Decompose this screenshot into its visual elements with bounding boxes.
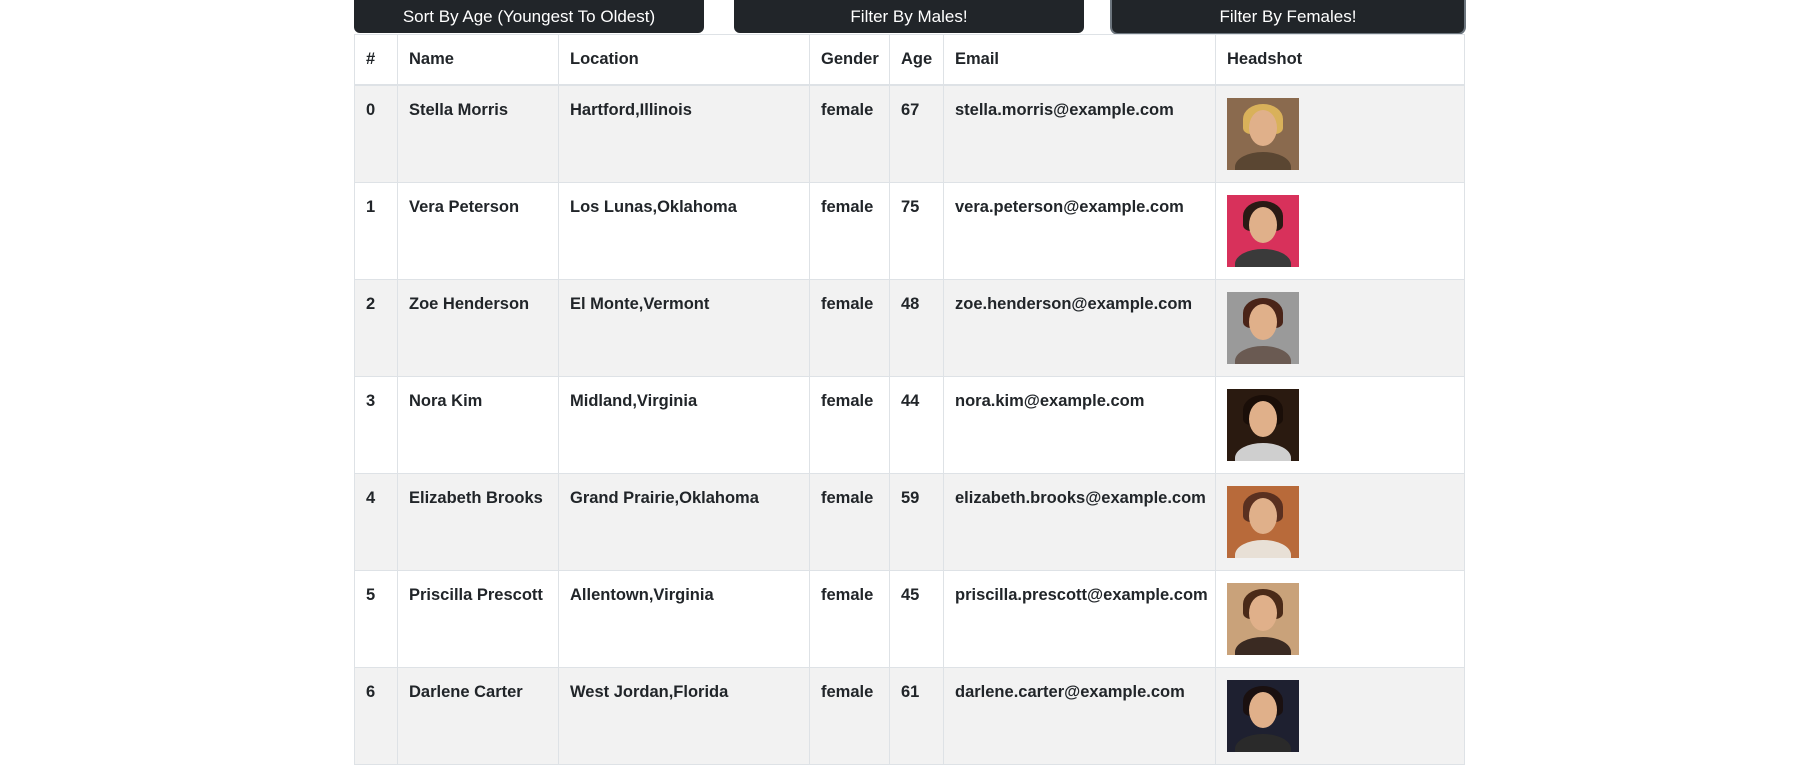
cell-headshot [1215,472,1465,571]
table-row: 2 Zoe Henderson El Monte,Vermont female 48 zo… [354,278,1465,377]
column-header-gender: Gender [809,34,890,86]
headshot-image [1227,194,1299,267]
cell-location: West Jordan,Florida [558,666,810,765]
headshot-image [1227,291,1299,364]
headshot-shoulders [1235,539,1291,558]
headshot-image [1227,98,1299,170]
filter-males-button[interactable]: Filter By Males! [734,0,1084,33]
cell-email: vera.peterson@example.com [943,181,1216,280]
headshot-image [1227,485,1299,558]
table-row: 0 Stella Morris Hartford,Illinois female 67 s… [354,84,1465,183]
cell-location: El Monte,Vermont [558,278,810,377]
cell-gender: female [809,472,890,571]
cell-age: 59 [889,472,944,571]
cell-headshot [1215,375,1465,474]
cell-name: Vera Peterson [397,181,559,280]
cell-email: priscilla.prescott@example.com [943,569,1216,668]
cell-email: elizabeth.brooks@example.com [943,472,1216,571]
cell-index: 4 [354,472,398,571]
headshot-face [1249,206,1277,243]
cell-location: Allentown,Virginia [558,569,810,668]
table-row: 5 Priscilla Prescott Allentown,Virginia fem… [354,569,1465,668]
headshot-image [1227,582,1299,655]
filter-females-button[interactable]: Filter By Females! [1112,0,1464,33]
cell-email: stella.morris@example.com [943,84,1216,183]
column-header-location: Location [558,34,810,86]
cell-index: 2 [354,278,398,377]
cell-headshot [1215,666,1465,765]
headshot-shoulders [1235,442,1291,461]
table-row: 3 Nora Kim Midland,Virginia female 44 nora.ki… [354,375,1465,474]
headshot-shoulders [1235,248,1291,267]
headshot-face [1249,497,1277,534]
cell-email: nora.kim@example.com [943,375,1216,474]
headshot-face [1249,110,1277,146]
cell-name: Zoe Henderson [397,278,559,377]
table-header: # Name Location Gender Age Email Headsho… [354,34,1465,86]
cell-name: Darlene Carter [397,666,559,765]
headshot-face [1249,400,1277,437]
table-body: 0 Stella Morris Hartford,Illinois female 67 s… [354,84,1465,765]
cell-headshot [1215,84,1465,183]
headshot-shoulders [1235,152,1291,170]
table-row: 4 Elizabeth Brooks Grand Prairie,Oklahoma f… [354,472,1465,571]
cell-name: Priscilla Prescott [397,569,559,668]
cell-index: 1 [354,181,398,280]
cell-age: 67 [889,84,944,183]
cell-age: 48 [889,278,944,377]
cell-age: 75 [889,181,944,280]
cell-headshot [1215,569,1465,668]
cell-index: 0 [354,84,398,183]
cell-age: 61 [889,666,944,765]
page: Sort By Age (Youngest To Oldest) Filter … [0,0,1812,773]
cell-gender: female [809,278,890,377]
cell-location: Midland,Virginia [558,375,810,474]
cell-headshot [1215,181,1465,280]
column-header-name: Name [397,34,559,86]
headshot-image [1227,388,1299,461]
cell-index: 6 [354,666,398,765]
cell-name: Elizabeth Brooks [397,472,559,571]
headshot-face [1249,594,1277,631]
headshot-face [1249,303,1277,340]
table-row: 6 Darlene Carter West Jordan,Florida female… [354,666,1465,765]
cell-name: Nora Kim [397,375,559,474]
cell-headshot [1215,278,1465,377]
cell-location: Grand Prairie,Oklahoma [558,472,810,571]
cell-gender: female [809,666,890,765]
cell-index: 3 [354,375,398,474]
cell-index: 5 [354,569,398,668]
cell-age: 44 [889,375,944,474]
header-row: # Name Location Gender Age Email Headsho… [354,34,1465,86]
headshot-shoulders [1235,636,1291,655]
cell-gender: female [809,181,890,280]
cell-location: Hartford,Illinois [558,84,810,183]
people-table: # Name Location Gender Age Email Headsho… [354,34,1465,765]
cell-gender: female [809,569,890,668]
headshot-face [1249,691,1277,728]
sort-by-age-button[interactable]: Sort By Age (Youngest To Oldest) [354,0,704,33]
headshot-shoulders [1235,345,1291,364]
headshot-shoulders [1235,733,1291,752]
cell-email: darlene.carter@example.com [943,666,1216,765]
cell-gender: female [809,84,890,183]
cell-location: Los Lunas,Oklahoma [558,181,810,280]
cell-email: zoe.henderson@example.com [943,278,1216,377]
cell-age: 45 [889,569,944,668]
cell-gender: female [809,375,890,474]
headshot-image [1227,679,1299,752]
column-header-index: # [354,34,398,86]
column-header-email: Email [943,34,1216,86]
cell-name: Stella Morris [397,84,559,183]
column-header-age: Age [889,34,944,86]
table-row: 1 Vera Peterson Los Lunas,Oklahoma female 75… [354,181,1465,280]
column-header-headshot: Headshot [1215,34,1465,86]
button-bar: Sort By Age (Youngest To Oldest) Filter … [354,0,1464,33]
